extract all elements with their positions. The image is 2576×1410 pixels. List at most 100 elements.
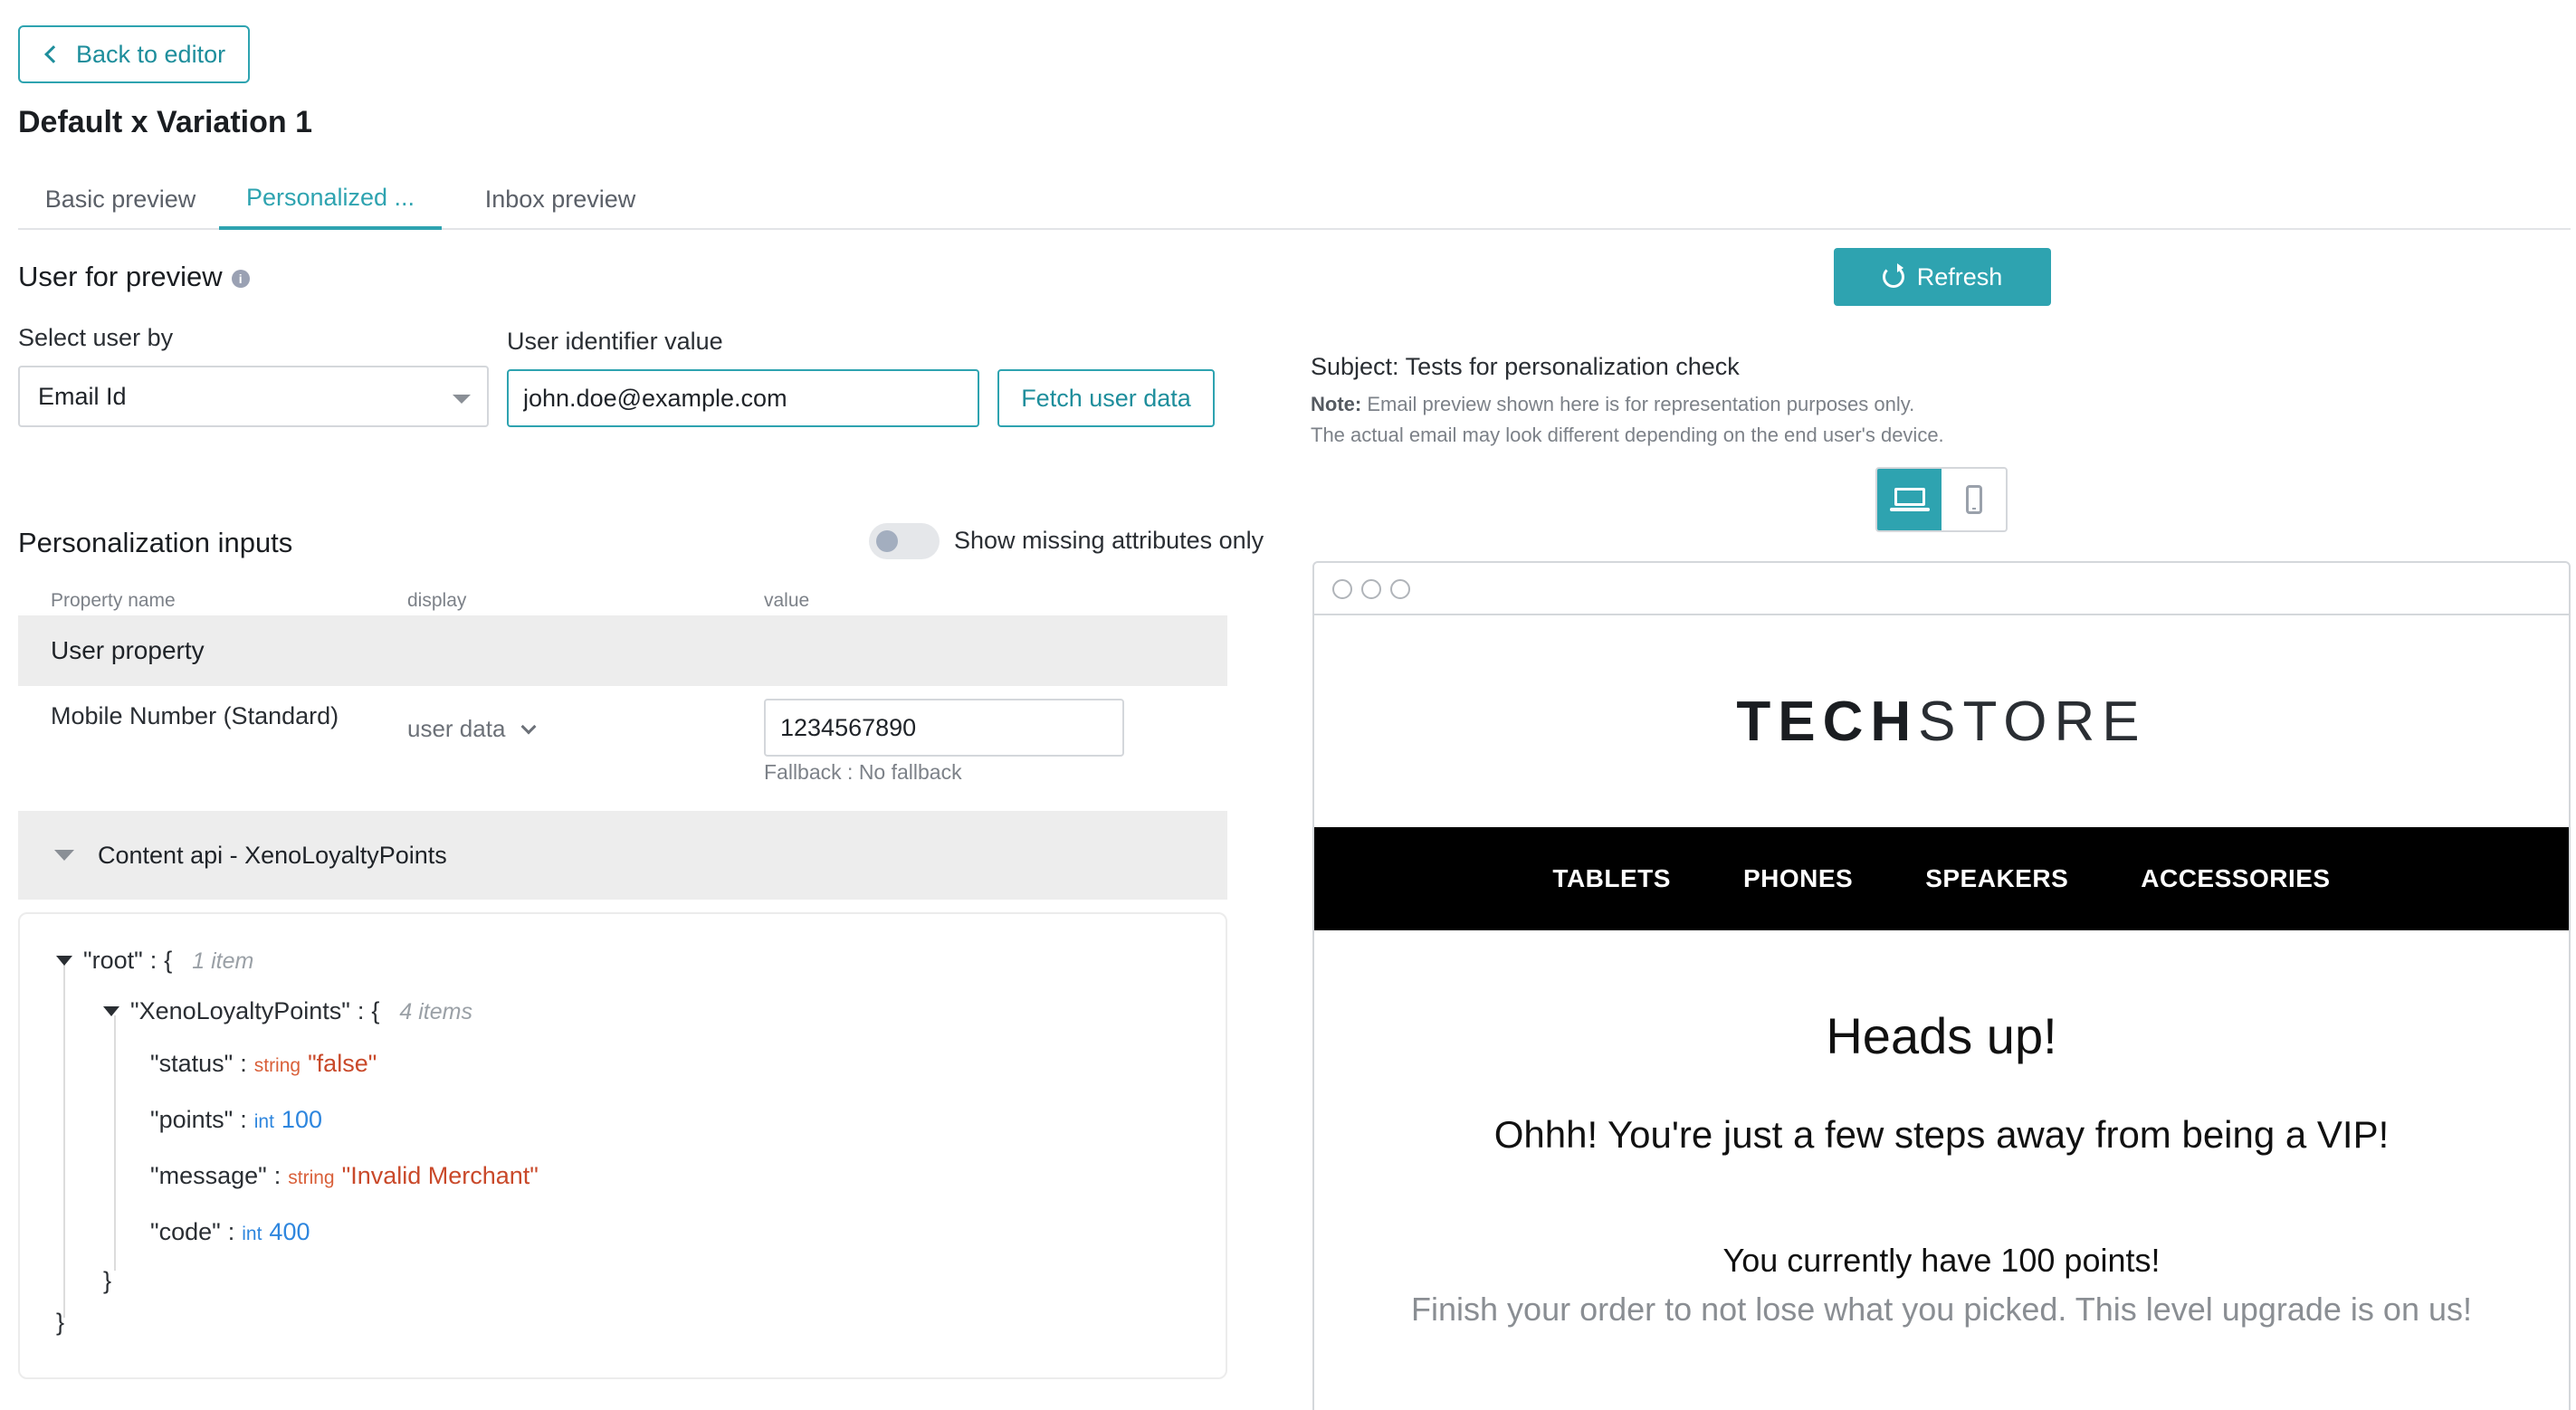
property-value-input[interactable]: 1234567890 <box>764 699 1124 757</box>
property-name: Mobile Number (Standard) <box>51 702 339 729</box>
missing-attributes-toggle[interactable] <box>869 523 940 559</box>
techstore-logo: TECHSTORE <box>1314 690 2569 754</box>
user-identifier-input[interactable] <box>507 369 979 427</box>
json-brace: { <box>164 947 173 974</box>
mobile-view-button[interactable] <box>1942 469 2006 530</box>
note-label: Note: <box>1311 393 1362 415</box>
nav-item-tablets[interactable]: TABLETS <box>1552 864 1671 893</box>
content-api-section[interactable]: Content api - XenoLoyaltyPoints <box>18 811 1227 900</box>
email-points-line: You currently have 100 points! <box>1722 1242 2161 1279</box>
display-value: user data <box>407 715 506 742</box>
json-indent-line <box>63 965 65 1318</box>
json-colon: : <box>149 947 157 974</box>
chevron-left-icon <box>44 45 62 63</box>
column-header-property-name: Property name <box>51 590 176 611</box>
json-value: 100 <box>281 1106 322 1133</box>
email-finish-line: Finish your order to not lose what you p… <box>1411 1291 2472 1328</box>
json-value: "Invalid Merchant" <box>341 1162 539 1189</box>
json-colon: : <box>273 1162 281 1189</box>
window-dot-icon <box>1332 579 1352 599</box>
email-subject: Subject: Tests for personalization check <box>1311 353 1740 380</box>
content-api-label: Content api - XenoLoyaltyPoints <box>98 841 447 869</box>
json-field-line: "code" : int 400 <box>150 1218 310 1246</box>
json-item-count: 4 items <box>399 999 472 1024</box>
email-preview-frame: TECHSTORE TABLETS PHONES SPEAKERS ACCESS… <box>1312 561 2571 1410</box>
back-to-editor-button[interactable]: Back to editor <box>18 25 250 83</box>
json-key: "points" <box>150 1106 234 1133</box>
email-subheading: Ohhh! You're just a few steps away from … <box>1493 1113 2390 1156</box>
json-field-line: "message" : string "Invalid Merchant" <box>150 1162 539 1190</box>
identifier-label: User identifier value <box>507 328 723 355</box>
json-colon: : <box>227 1218 235 1245</box>
refresh-label: Refresh <box>1916 262 2003 291</box>
json-type: int <box>253 1111 274 1132</box>
logo-part-2: STORE <box>1918 691 2147 753</box>
expand-triangle-icon[interactable] <box>56 956 72 966</box>
email-nav-bar: TABLETS PHONES SPEAKERS ACCESSORIES <box>1314 827 2569 930</box>
refresh-icon <box>1882 263 1904 288</box>
json-key: "status" <box>150 1050 234 1077</box>
refresh-button[interactable]: Refresh <box>1834 248 2051 306</box>
json-colon: : <box>240 1050 247 1077</box>
laptop-icon <box>1889 488 1930 511</box>
user-preview-title-text: User for preview <box>18 261 223 292</box>
info-icon[interactable]: i <box>231 269 250 288</box>
json-type: string <box>288 1167 335 1188</box>
tab-personalized-preview[interactable]: Personalized ... <box>219 168 442 230</box>
column-header-value: value <box>764 590 810 611</box>
back-label: Back to editor <box>76 40 226 68</box>
user-preview-title: User for preview i <box>18 261 250 293</box>
column-header-display: display <box>407 590 467 611</box>
note-line-1: Email preview shown here is for represen… <box>1367 393 1915 415</box>
page-title: Default x Variation 1 <box>18 105 312 139</box>
expand-triangle-icon[interactable] <box>103 1006 119 1016</box>
fetch-user-data-button[interactable]: Fetch user data <box>997 369 1215 427</box>
phone-icon <box>1965 485 1982 514</box>
toggle-knob <box>876 530 898 552</box>
json-value: "false" <box>308 1050 377 1077</box>
json-field-line: "points" : int 100 <box>150 1106 322 1134</box>
select-user-label: Select user by <box>18 324 174 351</box>
logo-part-1: TECH <box>1736 691 1919 753</box>
browser-bar <box>1314 563 2569 615</box>
tab-bar: Basic preview Personalized ... Inbox pre… <box>18 168 2571 230</box>
json-indent-line <box>114 1015 116 1271</box>
tab-inbox-preview[interactable]: Inbox preview <box>454 168 666 230</box>
json-colon: : <box>240 1106 247 1133</box>
desktop-view-button[interactable] <box>1877 469 1942 530</box>
json-viewer: "root" : { 1 item "XenoLoyaltyPoints" : … <box>18 912 1227 1379</box>
json-type: string <box>253 1055 301 1076</box>
json-key: "XenoLoyaltyPoints" <box>130 997 350 1024</box>
json-key: "message" <box>150 1162 267 1189</box>
json-key: "code" <box>150 1218 221 1245</box>
nav-item-speakers[interactable]: SPEAKERS <box>1925 864 2068 893</box>
display-dropdown[interactable]: user data <box>407 715 537 743</box>
user-property-group: User property <box>18 615 1227 686</box>
window-dot-icon <box>1361 579 1381 599</box>
toggle-label: Show missing attributes only <box>954 527 1264 554</box>
select-user-dropdown[interactable]: Email Id <box>18 366 489 427</box>
device-toggle <box>1875 467 2008 532</box>
json-brace-close: } <box>103 1267 112 1294</box>
nav-item-phones[interactable]: PHONES <box>1743 864 1853 893</box>
collapse-triangle-icon <box>54 850 74 861</box>
json-colon: : <box>357 997 365 1024</box>
window-dot-icon <box>1390 579 1410 599</box>
email-heading: Heads up! <box>1826 1007 2057 1064</box>
note-line-2: The actual email may look different depe… <box>1311 424 1944 446</box>
json-item-count: 1 item <box>192 948 254 974</box>
chevron-down-icon <box>520 719 537 734</box>
tab-basic-preview[interactable]: Basic preview <box>22 168 219 230</box>
json-brace: { <box>371 997 380 1024</box>
nav-item-accessories[interactable]: ACCESSORIES <box>2141 864 2330 893</box>
json-brace-close: } <box>56 1309 65 1336</box>
caret-down-icon <box>453 395 471 404</box>
json-value: 400 <box>269 1218 310 1245</box>
fallback-text: Fallback : No fallback <box>764 760 962 784</box>
json-root-line[interactable]: "root" : { 1 item <box>56 947 253 975</box>
json-field-line: "status" : string "false" <box>150 1050 377 1078</box>
preview-note: Note: Email preview shown here is for re… <box>1311 389 1944 451</box>
json-child-line[interactable]: "XenoLoyaltyPoints" : { 4 items <box>103 997 472 1025</box>
json-type: int <box>242 1224 262 1244</box>
json-key: "root" <box>83 947 143 974</box>
